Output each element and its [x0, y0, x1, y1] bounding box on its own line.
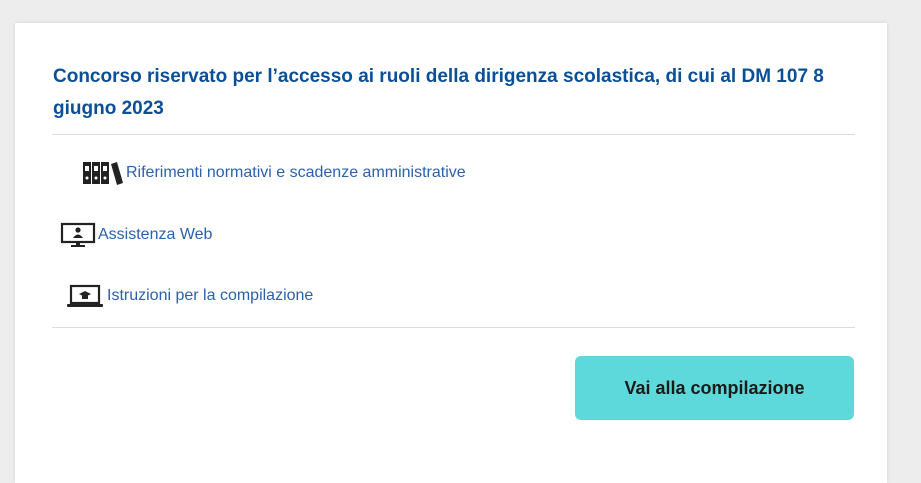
riferimenti-normativi-link[interactable]: Riferimenti normativi e scadenze amminis… [82, 160, 466, 186]
istruzioni-compilazione-label: Istruzioni per la compilazione [107, 287, 314, 304]
top-divider [52, 134, 855, 135]
bottom-divider [52, 327, 855, 328]
assistenza-web-label: Assistenza Web [98, 226, 213, 243]
riferimenti-normativi-label: Riferimenti normativi e scadenze amminis… [126, 164, 466, 181]
instructions-laptop-icon [66, 283, 104, 309]
binders-icon [82, 160, 124, 186]
istruzioni-compilazione-link[interactable]: Istruzioni per la compilazione [66, 283, 313, 309]
assistenza-web-link[interactable]: Assistenza Web [60, 222, 212, 248]
web-support-monitor-icon [60, 222, 96, 248]
card-title: Concorso riservato per l’accesso ai ruol… [53, 66, 824, 119]
concorso-card: Concorso riservato per l’accesso ai ruol… [15, 23, 887, 483]
vai-alla-compilazione-button[interactable]: Vai alla compilazione [575, 356, 854, 420]
